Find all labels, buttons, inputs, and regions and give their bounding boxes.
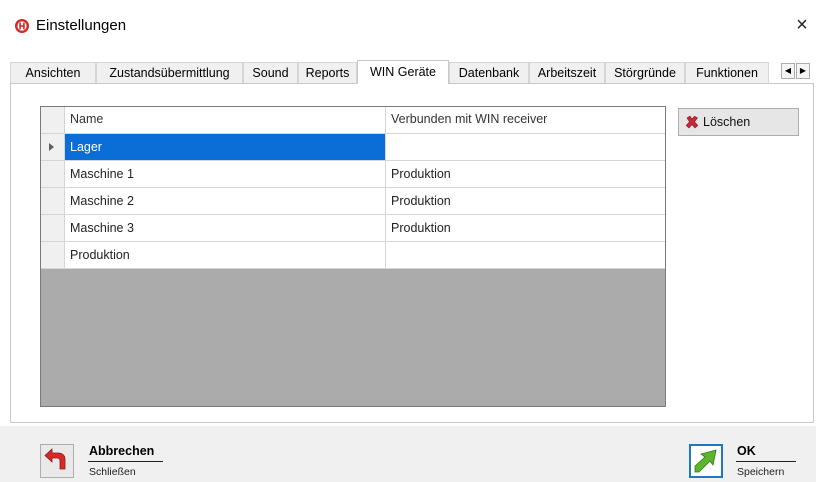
cancel-label[interactable]: Abbrechen bbox=[89, 444, 154, 458]
column-header-name[interactable]: Name bbox=[65, 107, 386, 134]
table-row[interactable]: Maschine 3 Produktion bbox=[41, 215, 665, 242]
cell-receiver[interactable]: Produktion bbox=[386, 161, 665, 188]
tab-funktionen[interactable]: Funktionen bbox=[685, 62, 769, 83]
cell-receiver[interactable] bbox=[386, 242, 665, 269]
cell-name[interactable]: Maschine 3 bbox=[65, 215, 386, 242]
row-header[interactable] bbox=[41, 242, 65, 269]
app-logo-icon bbox=[15, 19, 29, 33]
tab-sound[interactable]: Sound bbox=[243, 62, 298, 83]
cell-receiver[interactable]: Produktion bbox=[386, 188, 665, 215]
cell-name[interactable]: Lager bbox=[65, 134, 386, 161]
tab-stoergruende[interactable]: Störgründe bbox=[605, 62, 685, 83]
cell-name[interactable]: Maschine 2 bbox=[65, 188, 386, 215]
table-row[interactable]: Produktion bbox=[41, 242, 665, 269]
cell-name[interactable]: Maschine 1 bbox=[65, 161, 386, 188]
tab-datenbank[interactable]: Datenbank bbox=[449, 62, 529, 83]
title-bar: Einstellungen × bbox=[0, 0, 816, 52]
tab-scroll-right-icon[interactable]: ▶ bbox=[796, 63, 810, 79]
tab-ansichten[interactable]: Ansichten bbox=[10, 62, 96, 83]
tab-win-geraete[interactable]: WIN Geräte bbox=[357, 60, 449, 84]
grid-header-row: Name Verbunden mit WIN receiver bbox=[41, 107, 665, 134]
tab-zustandsuebermittlung[interactable]: Zustandsübermittlung bbox=[96, 62, 243, 83]
ok-sublabel: Speichern bbox=[737, 466, 785, 478]
tab-reports[interactable]: Reports bbox=[298, 62, 357, 83]
tab-scroll-left-icon[interactable]: ◀ bbox=[781, 63, 795, 79]
row-header[interactable] bbox=[41, 215, 65, 242]
delete-x-icon bbox=[685, 115, 699, 129]
ok-button[interactable] bbox=[689, 444, 723, 478]
close-icon[interactable]: × bbox=[790, 13, 814, 37]
delete-button[interactable]: Löschen bbox=[678, 108, 799, 136]
cancel-button[interactable] bbox=[40, 444, 74, 478]
delete-button-label: Löschen bbox=[703, 115, 751, 129]
cancel-sublabel: Schließen bbox=[89, 466, 136, 478]
row-header[interactable] bbox=[41, 134, 65, 161]
window-title: Einstellungen bbox=[36, 17, 127, 34]
cell-receiver[interactable]: Produktion bbox=[386, 215, 665, 242]
ok-underline bbox=[736, 461, 796, 462]
table-row[interactable]: Lager bbox=[41, 134, 665, 161]
cell-name[interactable]: Produktion bbox=[65, 242, 386, 269]
ok-arrow-icon bbox=[694, 449, 717, 473]
row-header[interactable] bbox=[41, 161, 65, 188]
grid-corner bbox=[41, 107, 65, 134]
column-header-receiver[interactable]: Verbunden mit WIN receiver bbox=[386, 107, 665, 134]
current-row-arrow-icon bbox=[49, 143, 54, 151]
devices-grid[interactable]: Name Verbunden mit WIN receiver Lager Ma… bbox=[40, 106, 666, 407]
cell-receiver[interactable] bbox=[386, 134, 665, 161]
table-row[interactable]: Maschine 1 Produktion bbox=[41, 161, 665, 188]
row-header[interactable] bbox=[41, 188, 65, 215]
cancel-underline bbox=[88, 461, 163, 462]
ok-label[interactable]: OK bbox=[737, 444, 756, 458]
tab-arbeitszeit[interactable]: Arbeitszeit bbox=[529, 62, 605, 83]
table-row[interactable]: Maschine 2 Produktion bbox=[41, 188, 665, 215]
undo-arrow-icon bbox=[44, 448, 66, 470]
